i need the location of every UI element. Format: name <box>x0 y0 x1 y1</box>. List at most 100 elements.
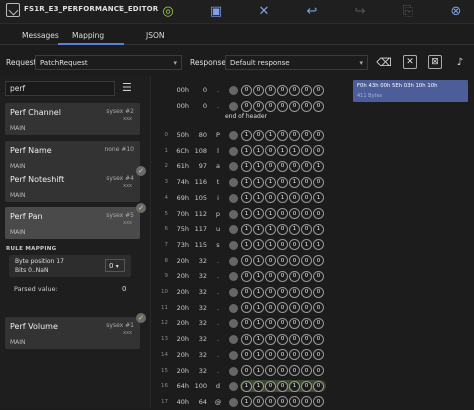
bit-toggle[interactable]: 0 <box>289 286 300 298</box>
bit-toggle[interactable]: 0 <box>277 349 288 361</box>
bit-toggle[interactable]: 0 <box>241 255 252 267</box>
bit-toggle[interactable]: 0 <box>313 317 324 329</box>
bit-toggle[interactable]: 0 <box>301 286 312 298</box>
close-icon[interactable]: ⊗ <box>446 2 466 20</box>
bit-toggle[interactable]: 0 <box>277 176 288 188</box>
byte-row[interactable]: 7 73h 115 s 1 1 1 0 0 1 1 <box>151 237 341 253</box>
bit-toggle[interactable]: 1 <box>289 145 300 157</box>
bit-toggle[interactable]: 0 <box>277 255 288 267</box>
card-perf-volume[interactable]: Perf Volume sysex #1 xxx MAIN ✓ <box>5 313 146 349</box>
bit-toggle[interactable]: 0 <box>313 129 324 141</box>
bit-toggle[interactable]: 0 <box>241 317 252 329</box>
bit-toggle[interactable]: 1 <box>241 176 252 188</box>
bit-toggle[interactable]: 0 <box>277 302 288 314</box>
bit-toggle[interactable]: 1 <box>241 160 252 172</box>
edit-title-icon[interactable]: ✎ <box>118 4 125 13</box>
bit-toggle[interactable]: 0 <box>301 333 312 345</box>
close-box-icon[interactable]: ✕ <box>403 55 417 69</box>
bit-toggle[interactable]: 0 <box>313 270 324 282</box>
bit-toggle[interactable]: 0 <box>301 160 312 172</box>
byte-row[interactable]: 00h 0. 0 0 0 0 0 0 0 <box>151 98 341 114</box>
response-select[interactable]: Default response ▾ <box>225 55 368 70</box>
bit-toggle[interactable]: 0 <box>289 317 300 329</box>
response-item[interactable]: F0h 43h 00h 5Eh 03h 10h 10h 411 Bytes <box>353 80 468 102</box>
bit-toggle[interactable]: 0 <box>265 286 276 298</box>
bit-toggle[interactable]: 0 <box>289 302 300 314</box>
bit-toggle[interactable]: 0 <box>313 349 324 361</box>
bit-toggle[interactable]: 0 <box>265 333 276 345</box>
byte-row[interactable]: 0 50h 80 P 1 0 1 0 0 0 0 <box>151 127 341 143</box>
bit-toggle[interactable]: 0 <box>289 396 300 408</box>
bit-toggle[interactable]: 0 <box>277 270 288 282</box>
byte-row[interactable]: 6 75h 117 u 1 1 1 0 1 0 1 <box>151 221 341 237</box>
bit-toggle[interactable]: 1 <box>253 270 264 282</box>
bit-toggle[interactable]: 1 <box>289 380 300 392</box>
bit-toggle[interactable]: 1 <box>313 192 324 204</box>
bit-toggle[interactable]: 0 <box>301 100 312 112</box>
bit-toggle[interactable]: 0 <box>301 349 312 361</box>
eraser-icon[interactable]: ⌫ <box>376 55 392 69</box>
byte-row[interactable]: 9 20h 32. 0 1 0 0 0 0 0 <box>151 268 341 284</box>
bit-toggle[interactable]: 0 <box>277 208 288 219</box>
bit-toggle[interactable]: 1 <box>253 192 264 204</box>
byte-row[interactable]: 15 20h 32. 0 1 0 0 0 0 0 <box>151 363 341 379</box>
bit-toggle[interactable]: 0 <box>289 192 300 204</box>
bit-toggle[interactable]: 0 <box>313 380 324 392</box>
byte-row[interactable]: 14 20h 32. 0 1 0 0 0 0 0 <box>151 347 341 363</box>
bit-toggle[interactable]: 0 <box>289 333 300 345</box>
bit-toggle[interactable]: 1 <box>241 380 252 392</box>
bit-toggle[interactable]: 1 <box>253 380 264 392</box>
byte-row[interactable]: 3 74h 116 t 1 1 1 0 1 0 0 <box>151 174 341 190</box>
bit-toggle[interactable]: 0 <box>313 365 324 376</box>
bit-toggle[interactable]: 0 <box>313 302 324 314</box>
bit-toggle[interactable]: 0 <box>241 349 252 361</box>
bit-toggle[interactable]: 1 <box>313 160 324 172</box>
bit-toggle[interactable]: 0 <box>301 208 312 219</box>
bit-toggle[interactable]: 1 <box>241 129 252 141</box>
bit-toggle[interactable]: 0 <box>301 84 312 96</box>
bit-toggle[interactable]: 0 <box>313 333 324 345</box>
tab-mapping[interactable]: Mapping <box>72 31 104 40</box>
bit-toggle[interactable]: 0 <box>313 145 324 157</box>
bit-toggle[interactable]: 1 <box>277 145 288 157</box>
bit-toggle[interactable]: 0 <box>253 396 264 408</box>
bit-toggle[interactable]: 0 <box>265 255 276 267</box>
bit-toggle[interactable]: 0 <box>277 100 288 112</box>
bit-toggle[interactable]: 0 <box>289 239 300 251</box>
bit-toggle[interactable]: 1 <box>241 396 252 408</box>
bit-toggle[interactable]: 1 <box>253 176 264 188</box>
bit-toggle[interactable]: 0 <box>277 333 288 345</box>
bit-toggle[interactable]: 0 <box>241 100 252 112</box>
bit-toggle[interactable]: 0 <box>301 302 312 314</box>
bit-toggle[interactable]: 1 <box>313 223 324 235</box>
bit-toggle[interactable]: 0 <box>241 333 252 345</box>
bit-toggle[interactable]: 1 <box>241 192 252 204</box>
byte-row[interactable]: 5 70h 112 p 1 1 1 0 0 0 0 <box>151 206 341 222</box>
bit-toggle[interactable]: 0 <box>301 317 312 329</box>
byte-row[interactable]: 00h 0. 0 0 0 0 0 0 0 <box>151 82 341 98</box>
bit-toggle[interactable]: 0 <box>265 270 276 282</box>
redo-icon[interactable]: ↪ <box>350 2 370 20</box>
byte-row[interactable]: 8 20h 32. 0 1 0 0 0 0 0 <box>151 253 341 269</box>
bit-toggle[interactable]: 1 <box>253 302 264 314</box>
bit-toggle[interactable]: 0 <box>253 84 264 96</box>
bit-toggle[interactable]: 1 <box>301 239 312 251</box>
bit-toggle[interactable]: 0 <box>265 380 276 392</box>
bit-toggle[interactable]: 0 <box>301 380 312 392</box>
bit-toggle[interactable]: 0 <box>265 365 276 376</box>
bit-toggle[interactable]: 0 <box>301 270 312 282</box>
bit-toggle[interactable]: 1 <box>253 160 264 172</box>
bit-toggle[interactable]: 0 <box>289 365 300 376</box>
tab-json[interactable]: JSON <box>146 31 165 40</box>
save-icon[interactable]: ▣ <box>206 2 226 20</box>
bit-toggle[interactable]: 0 <box>289 255 300 267</box>
bit-toggle[interactable]: 0 <box>289 129 300 141</box>
request-select[interactable]: PatchRequest ▾ <box>35 55 182 70</box>
bit-toggle[interactable]: 1 <box>265 208 276 219</box>
byte-row[interactable]: 1 6Ch 108 l 1 1 0 1 1 0 0 <box>151 143 341 159</box>
bit-toggle[interactable]: 1 <box>253 286 264 298</box>
bit-toggle[interactable]: 0 <box>277 84 288 96</box>
bit-select[interactable]: 0 ▾ <box>105 259 125 272</box>
card-perf-pan[interactable]: Perf Pan sysex #5 xxx MAIN ✓ <box>5 203 146 239</box>
bit-toggle[interactable]: 0 <box>289 349 300 361</box>
